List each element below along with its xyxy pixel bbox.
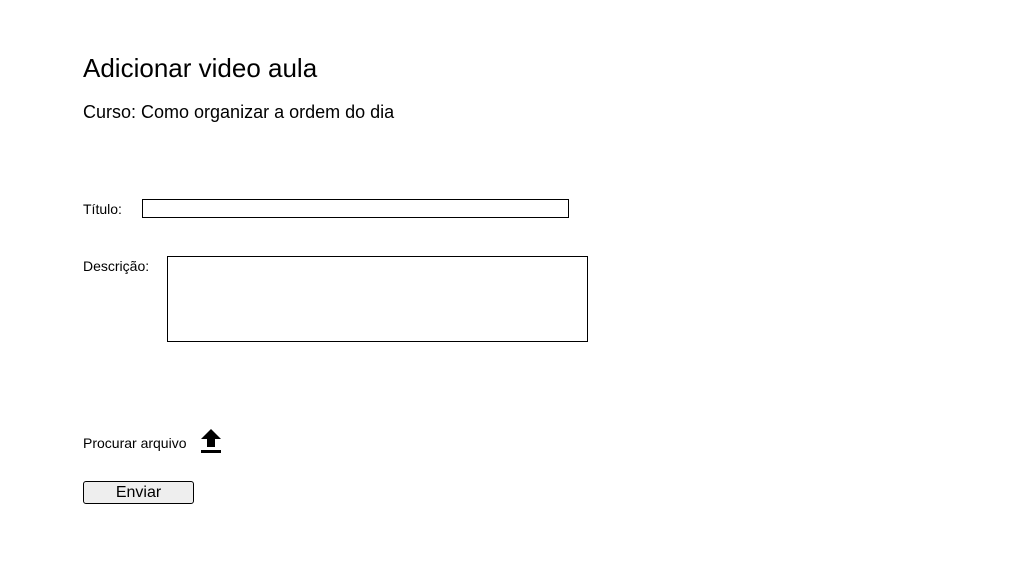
page-title: Adicionar video aula: [83, 53, 318, 83]
submit-button[interactable]: Enviar: [83, 481, 194, 504]
course-name: Curso: Como organizar a ordem do dia: [83, 102, 395, 122]
title-label: Título:: [83, 201, 122, 217]
description-label: Descrição:: [83, 258, 150, 274]
title-input[interactable]: [142, 199, 569, 218]
upload-icon[interactable]: [200, 428, 222, 454]
description-textarea[interactable]: [167, 256, 588, 342]
browse-file-label[interactable]: Procurar arquivo: [83, 435, 187, 451]
